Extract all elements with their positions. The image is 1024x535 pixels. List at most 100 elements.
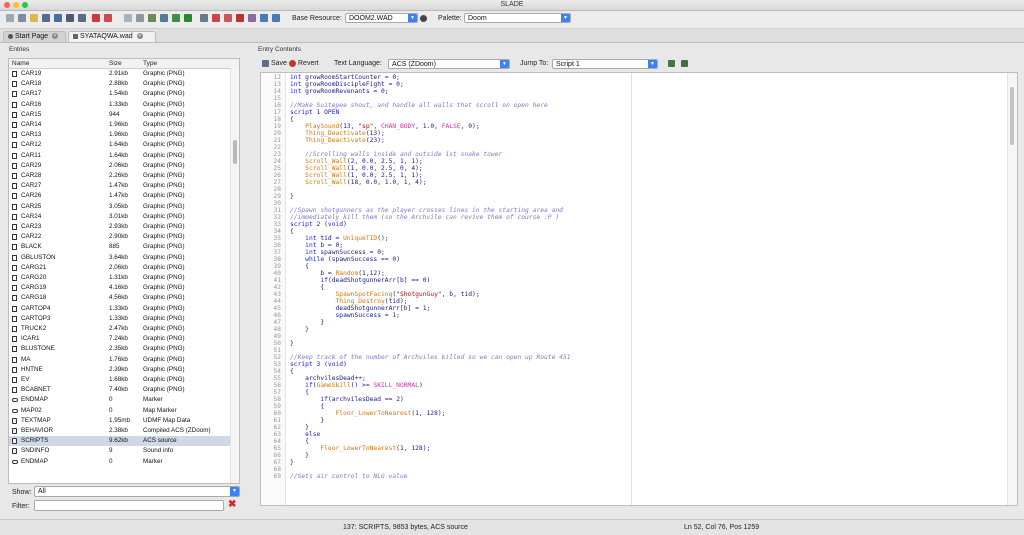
entry-row[interactable]: CAR11 1.64kb Graphic (PNG) xyxy=(9,151,232,161)
close-all-icon[interactable] xyxy=(104,14,112,22)
text-language-select[interactable]: ACS (ZDoom) ▼ xyxy=(388,59,510,69)
play-icon[interactable] xyxy=(184,14,192,22)
entry-row[interactable]: BEHAVIOR 2.38kb Compiled ACS (ZDoom) xyxy=(9,426,232,436)
entry-type: Marker xyxy=(143,396,163,404)
entry-row[interactable]: CAR14 1.96kb Graphic (PNG) xyxy=(9,120,232,130)
entry-row[interactable]: ENDMAP 0 Marker xyxy=(9,395,232,405)
entry-row[interactable]: CARG19 4.16kb Graphic (PNG) xyxy=(9,283,232,293)
new-entry-icon[interactable] xyxy=(124,14,132,22)
find-replace-icon[interactable] xyxy=(681,60,688,67)
entry-type: Graphic (PNG) xyxy=(143,80,185,88)
move-down-icon[interactable] xyxy=(272,14,280,22)
close-icon[interactable]: × xyxy=(52,33,59,40)
text-language-value: ACS (ZDoom) xyxy=(392,61,436,68)
save-icon[interactable] xyxy=(42,14,50,22)
entry-row[interactable]: MAP02 0 Map Marker xyxy=(9,406,232,416)
show-select[interactable]: All ▼ xyxy=(34,486,240,497)
entry-row[interactable]: ICAR1 7.24kb Graphic (PNG) xyxy=(9,334,232,344)
export-as-icon[interactable] xyxy=(172,14,180,22)
entry-row[interactable]: CAR13 1.96kb Graphic (PNG) xyxy=(9,130,232,140)
entry-row[interactable]: BCABNET 7.40kb Graphic (PNG) xyxy=(9,385,232,395)
gear-icon[interactable] xyxy=(420,15,427,22)
rename-icon[interactable] xyxy=(200,14,208,22)
code-line: PlaySound(13, "sp", CHAN_BODY, 1.0, FALS… xyxy=(305,123,480,130)
entry-row[interactable]: CARTOP3 1.33kb Graphic (PNG) xyxy=(9,314,232,324)
move-up-icon[interactable] xyxy=(260,14,268,22)
entry-row[interactable]: CARG21 2.06kb Graphic (PNG) xyxy=(9,263,232,273)
line-number: 69 xyxy=(273,473,281,480)
entry-row[interactable]: CAR26 1.47kb Graphic (PNG) xyxy=(9,191,232,201)
filter-input[interactable] xyxy=(34,500,224,511)
import-icon[interactable] xyxy=(148,14,156,22)
scrollbar-thumb[interactable] xyxy=(1010,87,1014,145)
code-line: if(deadShotgunnerArr[b] == 0) xyxy=(320,277,431,284)
new-dir-archive-icon[interactable] xyxy=(18,14,26,22)
export-icon[interactable] xyxy=(160,14,168,22)
save-as-icon[interactable] xyxy=(54,14,62,22)
save-entry-button[interactable]: Save xyxy=(271,60,287,67)
entry-row[interactable]: CAR25 3.05kb Graphic (PNG) xyxy=(9,202,232,212)
entry-row[interactable]: SCRIPTS 9.62kb ACS source xyxy=(9,436,232,447)
entry-row[interactable]: CAR16 1.33kb Graphic (PNG) xyxy=(9,100,232,110)
entry-row[interactable]: CAR28 2.26kb Graphic (PNG) xyxy=(9,171,232,181)
entry-row[interactable]: CAR29 2.06kb Graphic (PNG) xyxy=(9,161,232,171)
entry-row[interactable]: CAR17 1.54kb Graphic (PNG) xyxy=(9,89,232,99)
entry-row[interactable]: CAR12 1.64kb Graphic (PNG) xyxy=(9,140,232,150)
close-icon[interactable] xyxy=(92,14,100,22)
save-all-icon[interactable] xyxy=(66,14,74,22)
editor-scrollbar[interactable] xyxy=(1007,73,1017,505)
entries-scrollbar[interactable] xyxy=(230,68,239,483)
entry-row[interactable]: HNTNE 2.39kb Graphic (PNG) xyxy=(9,365,232,375)
entries-list[interactable]: Name Size Type CAR19 2.91kb Graphic (PNG) C… xyxy=(8,58,240,484)
entry-row[interactable]: MA 1.76kb Graphic (PNG) xyxy=(9,355,232,365)
entry-row[interactable]: CAR19 2.91kb Graphic (PNG) xyxy=(9,69,232,79)
cut-icon[interactable] xyxy=(224,14,232,22)
compile-icon[interactable] xyxy=(668,60,675,67)
revert-icon xyxy=(289,60,296,67)
show-value: All xyxy=(38,488,46,495)
entry-row[interactable]: EV 1.68kb Graphic (PNG) xyxy=(9,375,232,385)
tab-syataqwa-wad[interactable]: SYATAQWA.wad × xyxy=(68,31,156,42)
close-icon[interactable]: × xyxy=(136,33,143,40)
paste-icon[interactable] xyxy=(248,14,256,22)
new-folder-icon[interactable] xyxy=(136,14,144,22)
palette-select[interactable]: Doom ▼ xyxy=(464,13,571,23)
entry-size: 1.68kb xyxy=(109,376,128,383)
scrollbar-thumb[interactable] xyxy=(233,140,237,164)
entry-row[interactable]: GBLUSTON 3.64kb Graphic (PNG) xyxy=(9,253,232,263)
entry-name: CAR27 xyxy=(21,182,42,190)
entry-row[interactable]: BLUSTONE 2.35kb Graphic (PNG) xyxy=(9,344,232,354)
delete-icon[interactable] xyxy=(212,14,220,22)
entry-row[interactable]: CAR23 2.93kb Graphic (PNG) xyxy=(9,222,232,232)
entry-type: Graphic (PNG) xyxy=(143,212,185,220)
copy-icon[interactable] xyxy=(236,14,244,22)
entry-row[interactable]: CAR15 944 Graphic (PNG) xyxy=(9,110,232,120)
column-header-name[interactable]: Name xyxy=(12,60,29,67)
entry-row[interactable]: CARG18 4.56kb Graphic (PNG) xyxy=(9,293,232,303)
base-resource-select[interactable]: DOOM2.WAD ▼ xyxy=(345,13,418,23)
entry-row[interactable]: BLACK 885 Graphic (PNG) xyxy=(9,242,232,252)
column-header-type[interactable]: Type xyxy=(143,60,157,67)
tab-start-page[interactable]: Start Page × xyxy=(3,31,66,42)
entry-type: Graphic (PNG) xyxy=(143,121,185,128)
entry-row[interactable]: SNDINFO 9 Sound info xyxy=(9,446,232,456)
line-number: 36 xyxy=(273,242,281,249)
entry-size: 9 xyxy=(109,447,113,455)
new-archive-icon[interactable] xyxy=(6,14,14,22)
clear-filter-icon[interactable]: ✖ xyxy=(228,500,236,510)
entry-row[interactable]: CAR18 2.88kb Graphic (PNG) xyxy=(9,79,232,89)
column-header-size[interactable]: Size xyxy=(109,60,122,67)
entry-row[interactable]: CARTOP4 1.33kb Graphic (PNG) xyxy=(9,304,232,314)
entry-row[interactable]: TRUCK2 2.47kb Graphic (PNG) xyxy=(9,324,232,334)
entry-row[interactable]: ENDMAP 0 Marker xyxy=(9,457,232,467)
revert-button[interactable]: Revert xyxy=(298,60,319,67)
close-archive-icon[interactable] xyxy=(78,14,86,22)
entry-row[interactable]: CAR27 1.47kb Graphic (PNG) xyxy=(9,181,232,191)
entry-row[interactable]: CAR22 2.90kb Graphic (PNG) xyxy=(9,232,232,242)
open-icon[interactable] xyxy=(30,14,38,22)
entry-row[interactable]: CARG20 1.31kb Graphic (PNG) xyxy=(9,273,232,283)
entry-row[interactable]: CAR24 3.01kb Graphic (PNG) xyxy=(9,212,232,222)
entry-row[interactable]: TEXTMAP 1.95mb UDMF Map Data xyxy=(9,416,232,426)
jump-to-select[interactable]: Script 1 ▼ xyxy=(552,59,658,69)
code-editor[interactable]: 12 13 14 15 16 17 18 19 20 21 22 23 24 25 26 27 28 29 30 31… xyxy=(260,72,1018,506)
